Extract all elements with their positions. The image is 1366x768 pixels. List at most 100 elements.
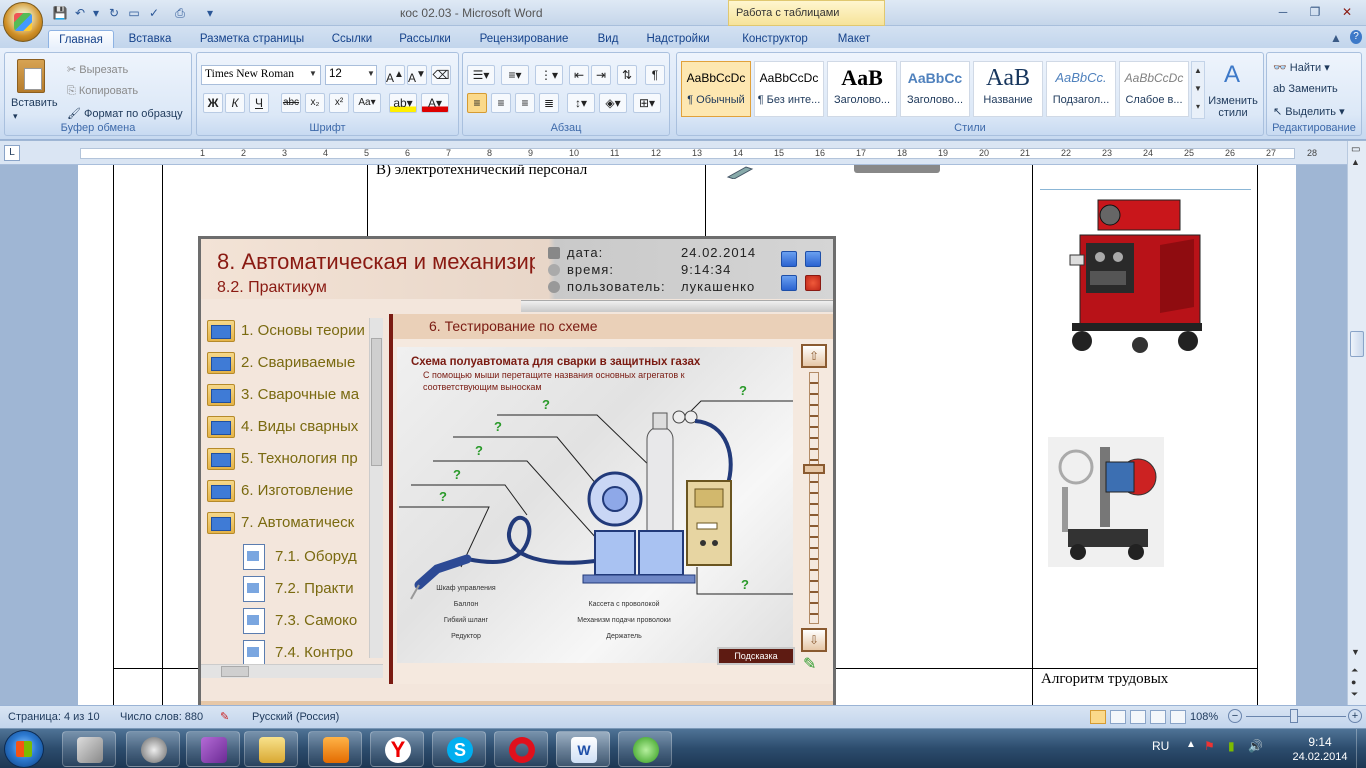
taskbar-app[interactable]: S [432, 731, 486, 767]
paste-icon[interactable] [17, 59, 45, 93]
callout-question[interactable]: ? [475, 443, 483, 458]
undo-icon[interactable]: ↶ [72, 5, 88, 21]
copy-button[interactable]: ⎘ Копировать [67, 85, 138, 98]
callout-question[interactable]: ? [439, 489, 447, 504]
select-button[interactable]: ↖ Выделить ▾ [1273, 105, 1345, 118]
nav-item[interactable]: 4. Виды сварных [207, 416, 365, 448]
style-heading-1[interactable]: AaB Заголово... [827, 61, 897, 117]
taskbar-app[interactable] [62, 731, 116, 767]
tab-view[interactable]: Вид [588, 30, 628, 48]
nav-item[interactable]: 2. Свариваемые [207, 352, 365, 384]
paste-dropdown-icon[interactable]: ▾ [13, 111, 18, 122]
styles-scroll[interactable]: ▲ ▼ ▾ [1191, 61, 1205, 119]
ruler-toggle-icon[interactable]: ▭ [1351, 144, 1360, 155]
shading-icon[interactable]: ◈▾ [599, 93, 627, 113]
cell-text[interactable]: Алгоритм трудовых [1041, 671, 1168, 688]
clock-time[interactable]: 9:14 [1296, 735, 1344, 749]
nav-item[interactable]: 6. Изготовление [207, 480, 365, 512]
tab-layout[interactable]: Макет [828, 30, 880, 48]
taskbar-app[interactable] [618, 731, 672, 767]
drag-label[interactable]: Гибкий шланг [411, 617, 521, 624]
zoom-out-icon[interactable]: − [1228, 709, 1242, 723]
zoom-in-icon[interactable]: + [1348, 709, 1362, 723]
scroll-down-icon[interactable]: ▼ [1351, 647, 1360, 657]
format-painter-button[interactable]: 🖌 Формат по образцу [67, 107, 183, 120]
proofing-icon[interactable]: ✎ [220, 710, 229, 723]
print-preview-icon[interactable]: ▭ [126, 5, 142, 21]
app-restore-icon[interactable] [805, 251, 821, 267]
multilevel-list-icon[interactable]: ⋮▾ [535, 65, 563, 85]
change-case-icon[interactable]: Aa▾ [353, 93, 381, 113]
scroll-up-icon[interactable]: ⇧ [801, 344, 827, 368]
tab-mailings[interactable]: Рассылки [390, 30, 460, 48]
justify-icon[interactable]: ≣ [539, 93, 559, 113]
office-button[interactable] [3, 2, 43, 42]
taskbar-app[interactable] [308, 731, 362, 767]
draft-icon[interactable] [1170, 710, 1186, 724]
tab-page-layout[interactable]: Разметка страницы [192, 30, 312, 48]
vertical-scrollbar[interactable]: ▭ ▲ ▼ ⏶ ● ⏷ [1347, 141, 1366, 705]
align-left-icon[interactable]: ≡ [467, 93, 487, 113]
welding-diagram[interactable]: Схема полуавтомата для сварки в защитных… [397, 347, 795, 665]
undo-dropdown-icon[interactable]: ▾ [88, 5, 104, 21]
superscript-icon[interactable]: x² [329, 93, 349, 113]
style-subtitle[interactable]: AaBbCc. Подзагол... [1046, 61, 1116, 117]
taskbar-app[interactable] [126, 731, 180, 767]
tab-addins[interactable]: Надстройки [638, 30, 718, 48]
change-styles-icon[interactable]: A [1217, 61, 1247, 88]
nav-scrollbar[interactable] [369, 318, 383, 658]
drag-label[interactable]: Кассета с проволокой [569, 601, 679, 608]
pencil-note-icon[interactable]: ✎ [803, 654, 827, 676]
start-button[interactable] [4, 730, 44, 768]
shrink-font-icon[interactable]: A▼ [407, 65, 427, 85]
tab-insert[interactable]: Вставка [120, 30, 180, 48]
increase-indent-icon[interactable]: ⇥ [591, 65, 611, 85]
bullets-icon[interactable]: ☰▾ [467, 65, 495, 85]
clear-formatting-icon[interactable]: ⌫ [431, 65, 451, 85]
tab-selector-icon[interactable]: L [4, 145, 20, 161]
previous-page-icon[interactable]: ⏶ [1351, 665, 1358, 676]
next-page-icon[interactable]: ⏷ [1351, 689, 1358, 700]
network-icon[interactable]: ▮ [1228, 739, 1235, 753]
style-title[interactable]: AaB Название [973, 61, 1043, 117]
callout-question[interactable]: ? [494, 419, 502, 434]
app-minimize-icon[interactable] [781, 251, 797, 267]
content-scrollbar[interactable]: ⇧ ⇩ [801, 344, 827, 654]
callout-question[interactable]: ? [542, 397, 550, 412]
cut-button[interactable]: ✂ Вырезать [67, 63, 128, 76]
redo-icon[interactable]: ↻ [106, 5, 122, 21]
highlight-icon[interactable]: ab▾ [389, 93, 417, 113]
select-browse-object-icon[interactable]: ● [1351, 677, 1356, 687]
tray-expand-icon[interactable]: ▲ [1186, 739, 1196, 750]
nav-scroll-thumb[interactable] [371, 338, 382, 466]
sort-icon[interactable]: ⇅ [617, 65, 637, 85]
page-count[interactable]: Страница: 4 из 10 [8, 711, 100, 723]
align-center-icon[interactable]: ≡ [491, 93, 511, 113]
taskbar-app[interactable] [186, 731, 240, 767]
style-normal[interactable]: AaBbCcDc ¶ Обычный [681, 61, 751, 117]
action-center-icon[interactable]: ⚑ [1204, 739, 1215, 753]
paste-button[interactable]: Вставить [11, 97, 58, 109]
replace-button[interactable]: ab Заменить [1273, 83, 1338, 95]
align-right-icon[interactable]: ≡ [515, 93, 535, 113]
strikethrough-icon[interactable]: abc [281, 93, 301, 113]
subscript-icon[interactable]: x₂ [305, 93, 325, 113]
app-window-icon[interactable] [781, 275, 797, 291]
show-desktop-button[interactable] [1356, 729, 1366, 768]
taskbar-app[interactable] [494, 731, 548, 767]
scroll-down-icon[interactable]: ⇩ [801, 628, 827, 652]
style-heading-2[interactable]: AaBbCc Заголово... [900, 61, 970, 117]
zoom-slider-thumb[interactable] [1290, 709, 1298, 723]
grow-font-icon[interactable]: A▲ [385, 65, 405, 85]
style-no-spacing[interactable]: AaBbCcDc ¶ Без инте... [754, 61, 824, 117]
find-button[interactable]: 👓 Найти ▾ [1273, 61, 1330, 74]
quick-print-icon[interactable]: ⎙ [172, 5, 188, 21]
save-icon[interactable]: 💾 [52, 5, 68, 21]
font-family-select[interactable]: Times New Roman [201, 65, 321, 85]
word-count[interactable]: Число слов: 880 [120, 711, 203, 723]
nav-item[interactable]: 7. Автоматическ [207, 512, 365, 544]
change-styles-button[interactable]: Изменить стили [1207, 95, 1259, 119]
drag-label[interactable]: Шкаф управления [411, 585, 521, 592]
style-subtle-emphasis[interactable]: AaBbCcDc Слабое в... [1119, 61, 1189, 117]
nav-item[interactable]: 1. Основы теории [207, 320, 365, 352]
